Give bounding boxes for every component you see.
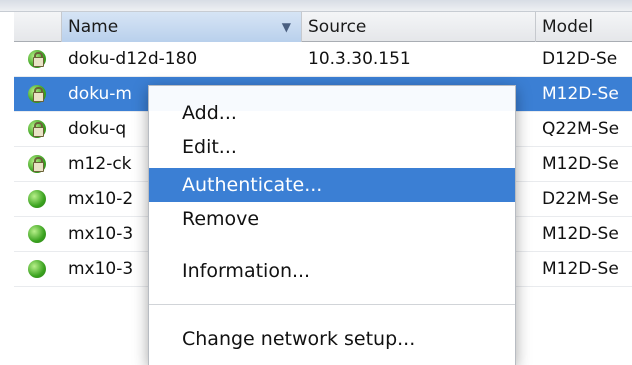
green-dot-icon bbox=[28, 190, 46, 208]
menu-item-remove[interactable]: Remove bbox=[149, 202, 515, 236]
column-header-name[interactable]: Name ▼ bbox=[62, 12, 302, 42]
column-header-model-label: Model bbox=[542, 17, 594, 37]
column-header-name-label: Name bbox=[68, 17, 119, 37]
menu-item-add[interactable]: Add... bbox=[149, 96, 515, 130]
row-model: M12D-Se bbox=[542, 154, 619, 174]
row-name: doku-d12d-180 bbox=[68, 49, 198, 69]
menu-item-information[interactable]: Information... bbox=[149, 254, 515, 288]
context-menu: Add... Edit... Authenticate... Remove In… bbox=[148, 85, 516, 365]
window-top-edge bbox=[0, 0, 632, 12]
device-list-window: Name ▼ Source Model doku-d12d-180 10.3.3… bbox=[0, 0, 632, 365]
menu-item-change-network-setup[interactable]: Change network setup... bbox=[149, 322, 515, 356]
row-model: D22M-Se bbox=[542, 189, 619, 209]
column-header-source-label: Source bbox=[308, 17, 367, 37]
column-header-model[interactable]: Model bbox=[536, 12, 632, 42]
column-header-source[interactable]: Source bbox=[302, 12, 536, 42]
lock-icon bbox=[28, 155, 46, 173]
table-row[interactable]: doku-d12d-180 10.3.30.151 D12D-Se bbox=[14, 42, 632, 77]
row-source: 10.3.30.151 bbox=[308, 49, 411, 69]
row-model: D12D-Se bbox=[542, 49, 618, 69]
lock-icon bbox=[28, 85, 46, 103]
row-model: M12D-Se bbox=[542, 224, 619, 244]
menu-separator bbox=[149, 304, 515, 305]
lock-icon bbox=[28, 50, 46, 68]
menu-item-authenticate[interactable]: Authenticate... bbox=[149, 168, 515, 202]
menu-item-edit[interactable]: Edit... bbox=[149, 130, 515, 164]
green-dot-icon bbox=[28, 225, 46, 243]
green-dot-icon bbox=[28, 260, 46, 278]
row-model: M12D-Se bbox=[542, 259, 619, 279]
sort-descending-icon: ▼ bbox=[281, 20, 291, 34]
row-model: Q22M-Se bbox=[542, 119, 620, 139]
column-header-status[interactable] bbox=[14, 12, 62, 42]
table-header: Name ▼ Source Model bbox=[14, 12, 632, 42]
row-model: M12D-Se bbox=[542, 84, 619, 104]
lock-icon bbox=[28, 120, 46, 138]
